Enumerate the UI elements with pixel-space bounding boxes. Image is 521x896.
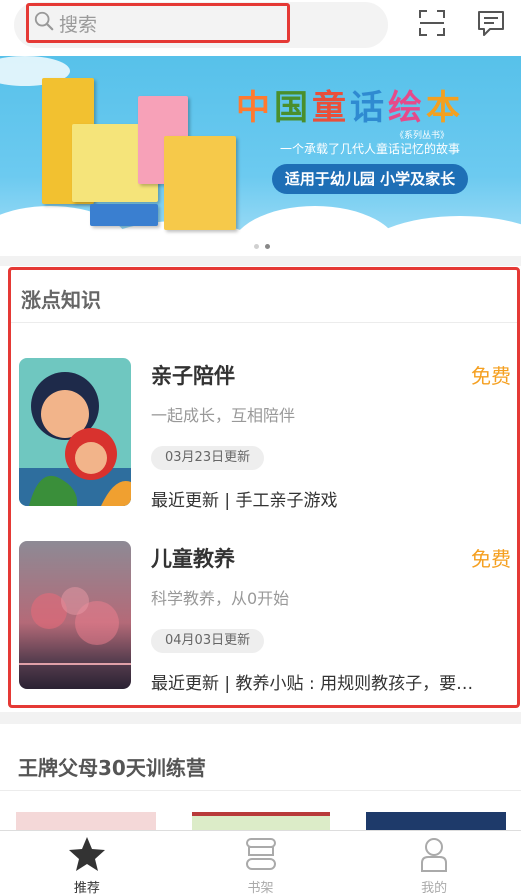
carousel-dot: [254, 244, 259, 249]
course-description: 科学教养，从0开始: [151, 589, 290, 608]
bookshelf-icon: [241, 835, 281, 873]
book-cover-4: [164, 136, 236, 230]
divider: [0, 790, 521, 791]
carousel-indicator: [254, 244, 270, 249]
latest-update-text: 最近更新 | 教养小贴 : 用规则教孩子，要…: [151, 674, 474, 694]
course-title: 儿童教养: [151, 547, 235, 571]
update-date-badge: 03月23日更新: [151, 446, 265, 470]
knowledge-section: 涨点知识 亲子陪伴 免费 一起成长，互相陪伴 03月23日更新 最近更新 | 手…: [8, 267, 520, 708]
scan-icon[interactable]: [417, 8, 447, 38]
course-price: 免费: [471, 547, 511, 571]
book-cover-5: [90, 204, 158, 226]
search-placeholder: 搜索: [59, 13, 98, 36]
nav-item-profile[interactable]: 我的: [347, 831, 521, 896]
promo-banner[interactable]: 中国童话绘本 《系列丛书》 一个承载了几代人童话记忆的故事 适用于幼儿园 小学及…: [0, 56, 521, 256]
top-header: 搜索: [0, 0, 521, 56]
section-divider: [0, 256, 521, 266]
course-card[interactable]: 儿童教养 免费 科学教养，从0开始 04月03日更新 最近更新 | 教养小贴 :…: [19, 541, 515, 694]
profile-icon: [414, 835, 454, 873]
course-cover-image: [19, 358, 131, 506]
search-icon: [33, 10, 55, 36]
course-description: 一起成长，互相陪伴: [151, 406, 296, 425]
divider: [11, 322, 517, 323]
bottom-nav: 推荐 书架 我的: [0, 830, 521, 896]
course-title: 亲子陪伴: [151, 364, 235, 388]
banner-subtitle: 一个承载了几代人童话记忆的故事: [280, 142, 461, 156]
nav-label: 推荐: [73, 881, 100, 896]
nav-label: 我的: [421, 881, 448, 896]
section-title: 涨点知识: [21, 288, 101, 312]
course-cover-image: [19, 541, 131, 689]
update-date-badge: 04月03日更新: [151, 629, 265, 653]
section-title: 王牌父母30天训练营: [18, 756, 206, 780]
latest-update-text: 最近更新 | 手工亲子游戏: [151, 491, 338, 511]
star-icon: [67, 835, 107, 873]
search-input[interactable]: 搜索: [26, 3, 290, 43]
section-divider: [0, 712, 521, 724]
nav-label: 书架: [247, 881, 274, 896]
course-price: 免费: [471, 364, 511, 388]
course-card[interactable]: 亲子陪伴 免费 一起成长，互相陪伴 03月23日更新 最近更新 | 手工亲子游戏: [19, 358, 515, 511]
banner-title: 中国童话绘本: [236, 88, 464, 128]
carousel-dot-active: [265, 244, 270, 249]
message-icon[interactable]: [476, 8, 506, 38]
banner-tag: 适用于幼儿园 小学及家长: [272, 164, 468, 194]
nav-item-bookshelf[interactable]: 书架: [174, 831, 348, 896]
nav-item-recommend[interactable]: 推荐: [0, 831, 174, 896]
